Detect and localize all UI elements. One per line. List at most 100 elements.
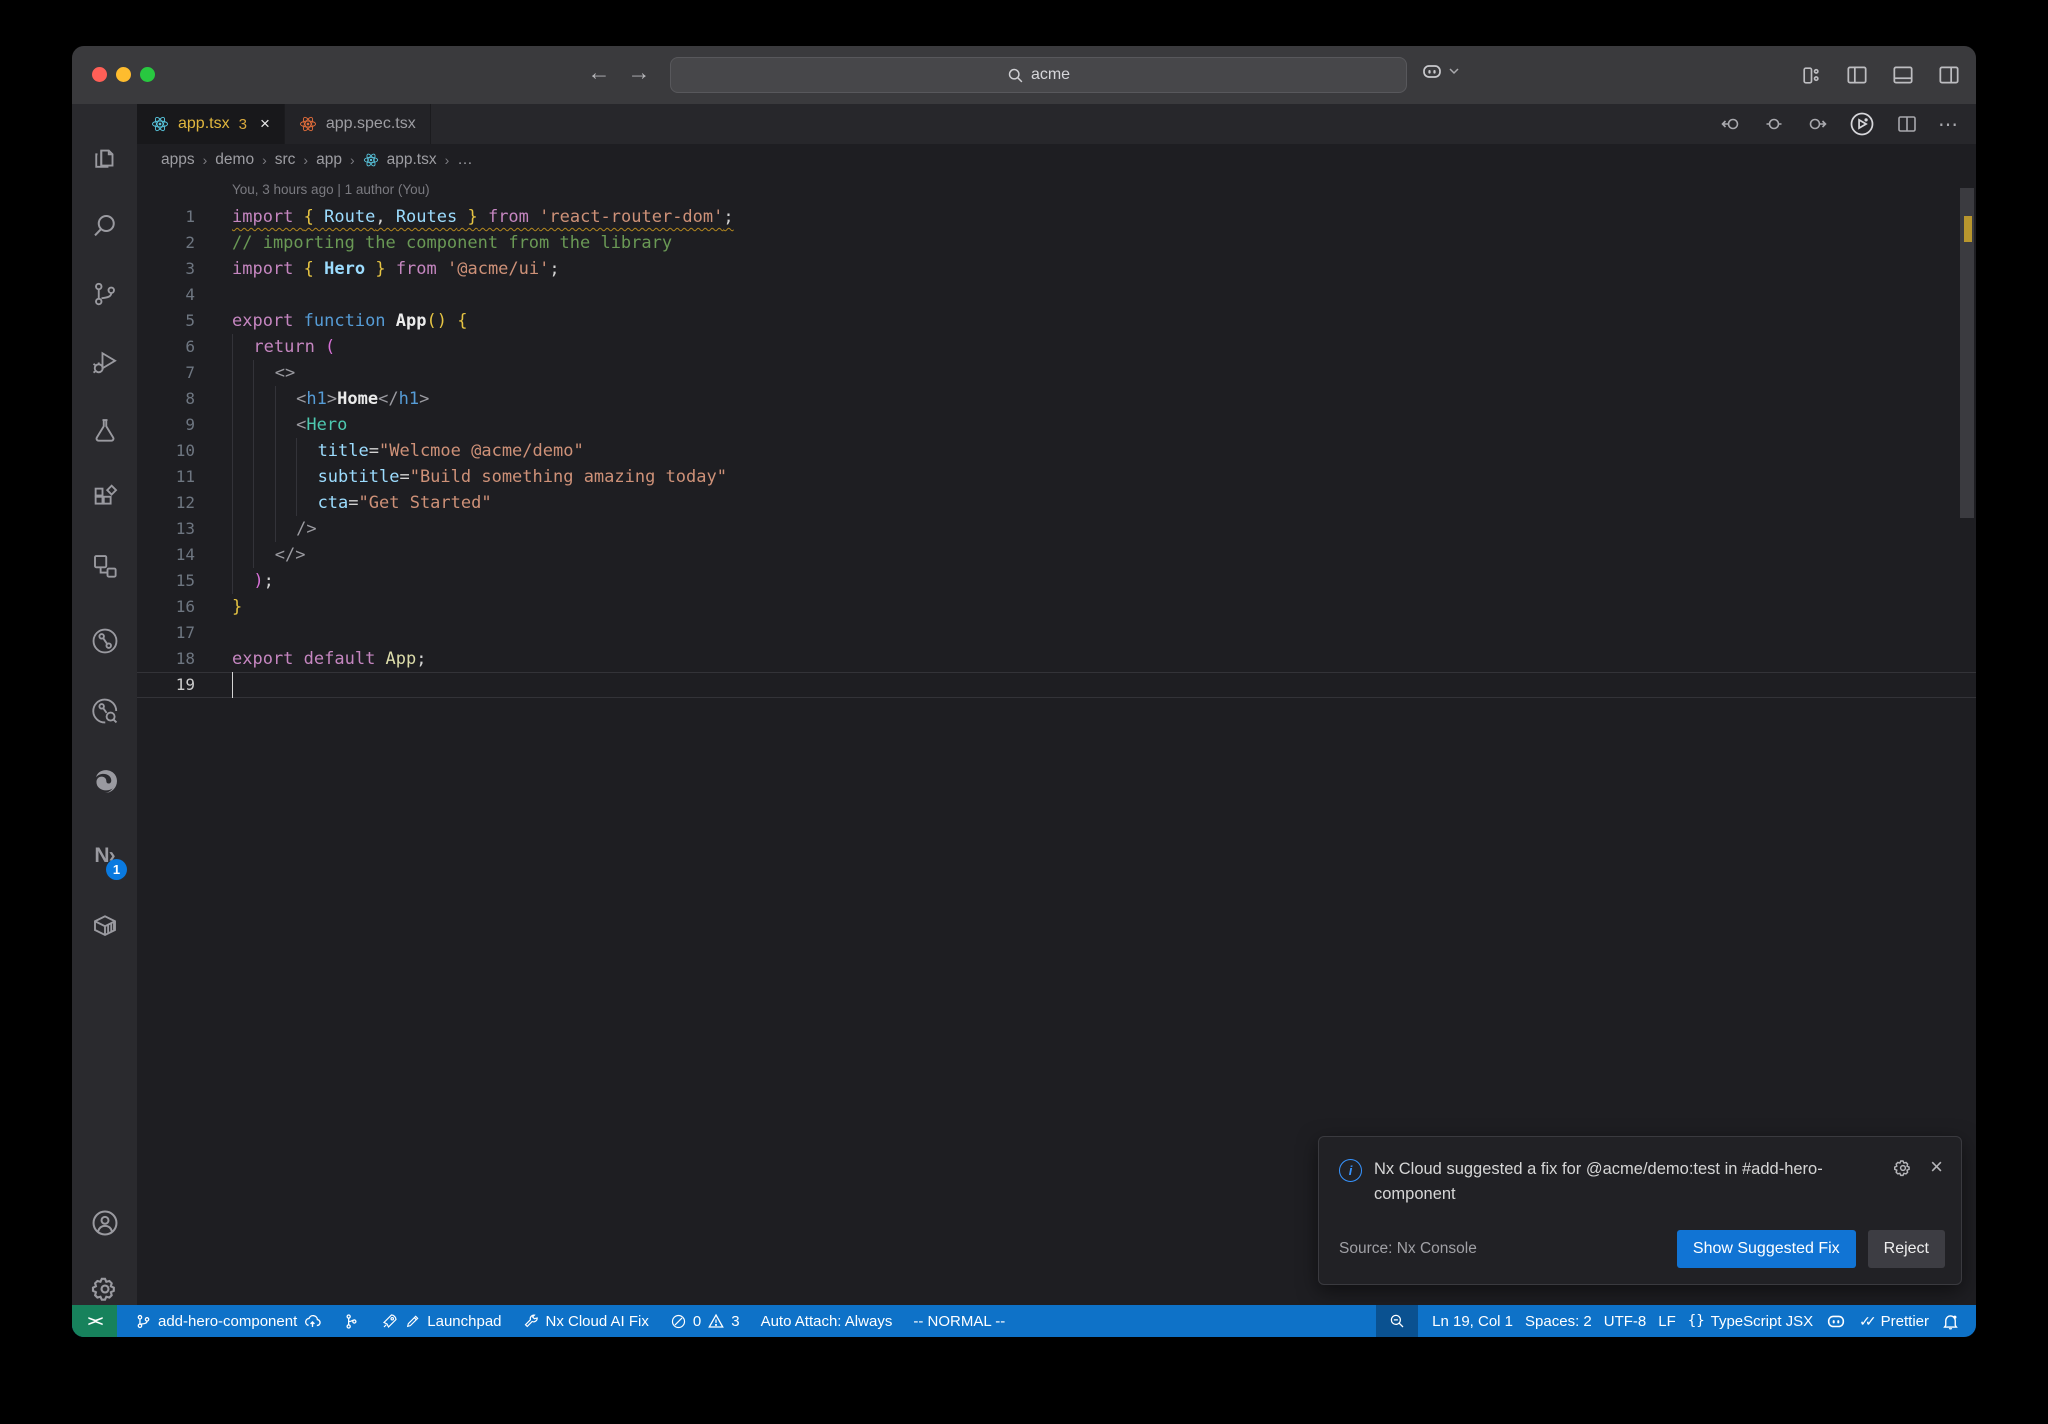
- language-mode-status-item[interactable]: {} TypeScript JSX: [1682, 1305, 1819, 1337]
- notification-close-icon[interactable]: ×: [1930, 1156, 1943, 1179]
- git-branch-icon: [135, 1313, 152, 1330]
- code-line-12[interactable]: 12 cta="Get Started": [137, 490, 1976, 516]
- cloud-upload-icon: [303, 1312, 322, 1331]
- close-window-button[interactable]: [92, 67, 107, 82]
- git-graph-status-item[interactable]: [337, 1305, 366, 1337]
- code-line-14[interactable]: 14 </>: [137, 542, 1976, 568]
- breadcrumb: apps › demo › src › app › app.tsx › …: [137, 144, 1976, 176]
- more-actions-icon[interactable]: ⋯: [1938, 112, 1960, 137]
- react-icon: [299, 115, 317, 133]
- editor-actions: ⋯: [1719, 104, 1960, 144]
- code-line-8[interactable]: 8 <h1>Home</h1>: [137, 386, 1976, 412]
- notifications-bell-item[interactable]: [1935, 1305, 1966, 1337]
- toggle-panel-icon[interactable]: [1890, 62, 1916, 88]
- code-line-2[interactable]: 2// importing the component from the lib…: [137, 230, 1976, 256]
- code-line-17[interactable]: 17: [137, 620, 1976, 646]
- nav-forward-button[interactable]: →: [624, 59, 654, 86]
- go-forward-icon[interactable]: [1805, 112, 1829, 136]
- current-position-icon[interactable]: [1762, 112, 1786, 136]
- tab-problem-badge: 3: [238, 115, 247, 133]
- customize-layout-icon[interactable]: [1799, 63, 1824, 88]
- command-center-search[interactable]: acme: [670, 57, 1407, 93]
- toggle-primary-sidebar-icon[interactable]: [1844, 62, 1870, 88]
- remote-indicator[interactable]: ><: [72, 1305, 117, 1337]
- tab-label: app.spec.tsx: [325, 115, 416, 132]
- breadcrumb-item[interactable]: demo: [215, 151, 254, 169]
- gitlens-icon[interactable]: [72, 615, 137, 667]
- container-tools-icon[interactable]: [72, 899, 137, 951]
- code-line-18[interactable]: 18 export default App;: [137, 646, 1976, 672]
- testing-icon[interactable]: [72, 404, 137, 456]
- indentation-status-item[interactable]: Spaces: 2: [1519, 1305, 1598, 1337]
- code-line-19[interactable]: 19: [137, 672, 1976, 698]
- braces-icon: {}: [1687, 1313, 1705, 1329]
- code-line-10[interactable]: 10 title="Welcmoe @acme/demo": [137, 438, 1976, 464]
- copilot-menu[interactable]: [1420, 59, 1460, 83]
- code-line-7[interactable]: 7 <>: [137, 360, 1976, 386]
- nx-console-icon[interactable]: N› 1: [72, 830, 137, 882]
- remote-explorer-icon[interactable]: [72, 540, 137, 592]
- code-line-3[interactable]: 3 import { Hero } from '@acme/ui';: [137, 256, 1976, 282]
- cursor-position-status-item[interactable]: Ln 19, Col 1: [1426, 1305, 1519, 1337]
- run-debug-icon[interactable]: [72, 336, 137, 388]
- eol-status-item[interactable]: LF: [1652, 1305, 1682, 1337]
- nav-back-button[interactable]: ←: [584, 59, 614, 86]
- accounts-icon[interactable]: [72, 1197, 137, 1249]
- toggle-secondary-sidebar-icon[interactable]: [1936, 62, 1962, 88]
- show-suggested-fix-button[interactable]: Show Suggested Fix: [1676, 1230, 1856, 1268]
- zoom-window-button[interactable]: [140, 67, 155, 82]
- notification-message: Nx Cloud suggested a fix for @acme/demo:…: [1374, 1160, 1823, 1203]
- branch-status-item[interactable]: add-hero-component: [129, 1305, 328, 1337]
- gitlens-inspect-icon[interactable]: [72, 685, 137, 737]
- git-blame-annotation: You, 3 hours ago | 1 author (You): [232, 182, 430, 197]
- vscode-window: ← → acme N› 1 app.tsx 3 × app.spec.tsx ⋯…: [72, 46, 1976, 1337]
- split-editor-icon[interactable]: [1895, 112, 1919, 136]
- code-line-6[interactable]: 6 return (: [137, 334, 1976, 360]
- tab-bar: app.tsx 3 × app.spec.tsx: [137, 104, 1976, 144]
- code-line-11[interactable]: 11 subtitle="Build something amazing toda…: [137, 464, 1976, 490]
- breadcrumb-item[interactable]: apps: [161, 151, 195, 169]
- nx-cloud-ai-fix-status-item[interactable]: Nx Cloud AI Fix: [517, 1305, 655, 1337]
- code-line-16[interactable]: 16}: [137, 594, 1976, 620]
- encoding-status-item[interactable]: UTF-8: [1598, 1305, 1653, 1337]
- notification-settings-gear-icon[interactable]: [1892, 1157, 1914, 1179]
- tab-app-spec-tsx[interactable]: app.spec.tsx: [284, 104, 431, 144]
- code-line-9[interactable]: 9 <Hero: [137, 412, 1976, 438]
- breadcrumb-item[interactable]: app: [316, 151, 342, 169]
- tab-app-tsx[interactable]: app.tsx 3 ×: [137, 104, 285, 144]
- breadcrumb-item[interactable]: app.tsx: [387, 151, 437, 169]
- code-line-15[interactable]: 15);: [137, 568, 1976, 594]
- code-line-13[interactable]: 13/>: [137, 516, 1976, 542]
- auto-attach-status-item[interactable]: Auto Attach: Always: [755, 1305, 899, 1337]
- breadcrumb-item[interactable]: src: [275, 151, 296, 169]
- zoom-status-item[interactable]: [1376, 1305, 1419, 1337]
- warning-icon: [707, 1312, 725, 1330]
- reject-button[interactable]: Reject: [1867, 1230, 1945, 1268]
- copilot-icon: [1825, 1310, 1847, 1332]
- notification-toast: i Nx Cloud suggested a fix for @acme/dem…: [1318, 1136, 1962, 1285]
- code-line-4[interactable]: 4: [137, 282, 1976, 308]
- go-back-icon[interactable]: [1719, 112, 1743, 136]
- copilot-status-item[interactable]: [1819, 1305, 1853, 1337]
- launchpad-status-item[interactable]: Launchpad: [375, 1305, 507, 1337]
- run-or-debug-icon[interactable]: [1848, 110, 1876, 138]
- bell-icon: [1941, 1312, 1960, 1331]
- error-icon: [670, 1313, 687, 1330]
- code-line-5[interactable]: 5 export function App() {: [137, 308, 1976, 334]
- extensions-icon[interactable]: [72, 472, 137, 524]
- breadcrumb-item[interactable]: …: [457, 151, 473, 169]
- tab-close-icon[interactable]: ×: [260, 114, 270, 134]
- formatter-status-item[interactable]: ✓✓ Prettier: [1853, 1305, 1935, 1337]
- search-sidebar-icon[interactable]: [72, 200, 137, 252]
- code-line-1[interactable]: 1 import { Route, Routes } from 'react-ro…: [137, 204, 1976, 230]
- copilot-icon: [1420, 59, 1444, 83]
- react-icon: [363, 152, 379, 168]
- status-bar: >< add-hero-component Launchpad Nx Cloud…: [72, 1305, 1976, 1337]
- activity-bar: N› 1: [72, 104, 137, 1305]
- edge-devtools-icon[interactable]: [72, 755, 137, 807]
- minimize-window-button[interactable]: [116, 67, 131, 82]
- problems-status-item[interactable]: 0 3: [664, 1305, 746, 1337]
- source-control-icon[interactable]: [72, 268, 137, 320]
- explorer-icon[interactable]: [72, 132, 137, 184]
- vim-mode-status-item[interactable]: -- NORMAL --: [907, 1305, 1011, 1337]
